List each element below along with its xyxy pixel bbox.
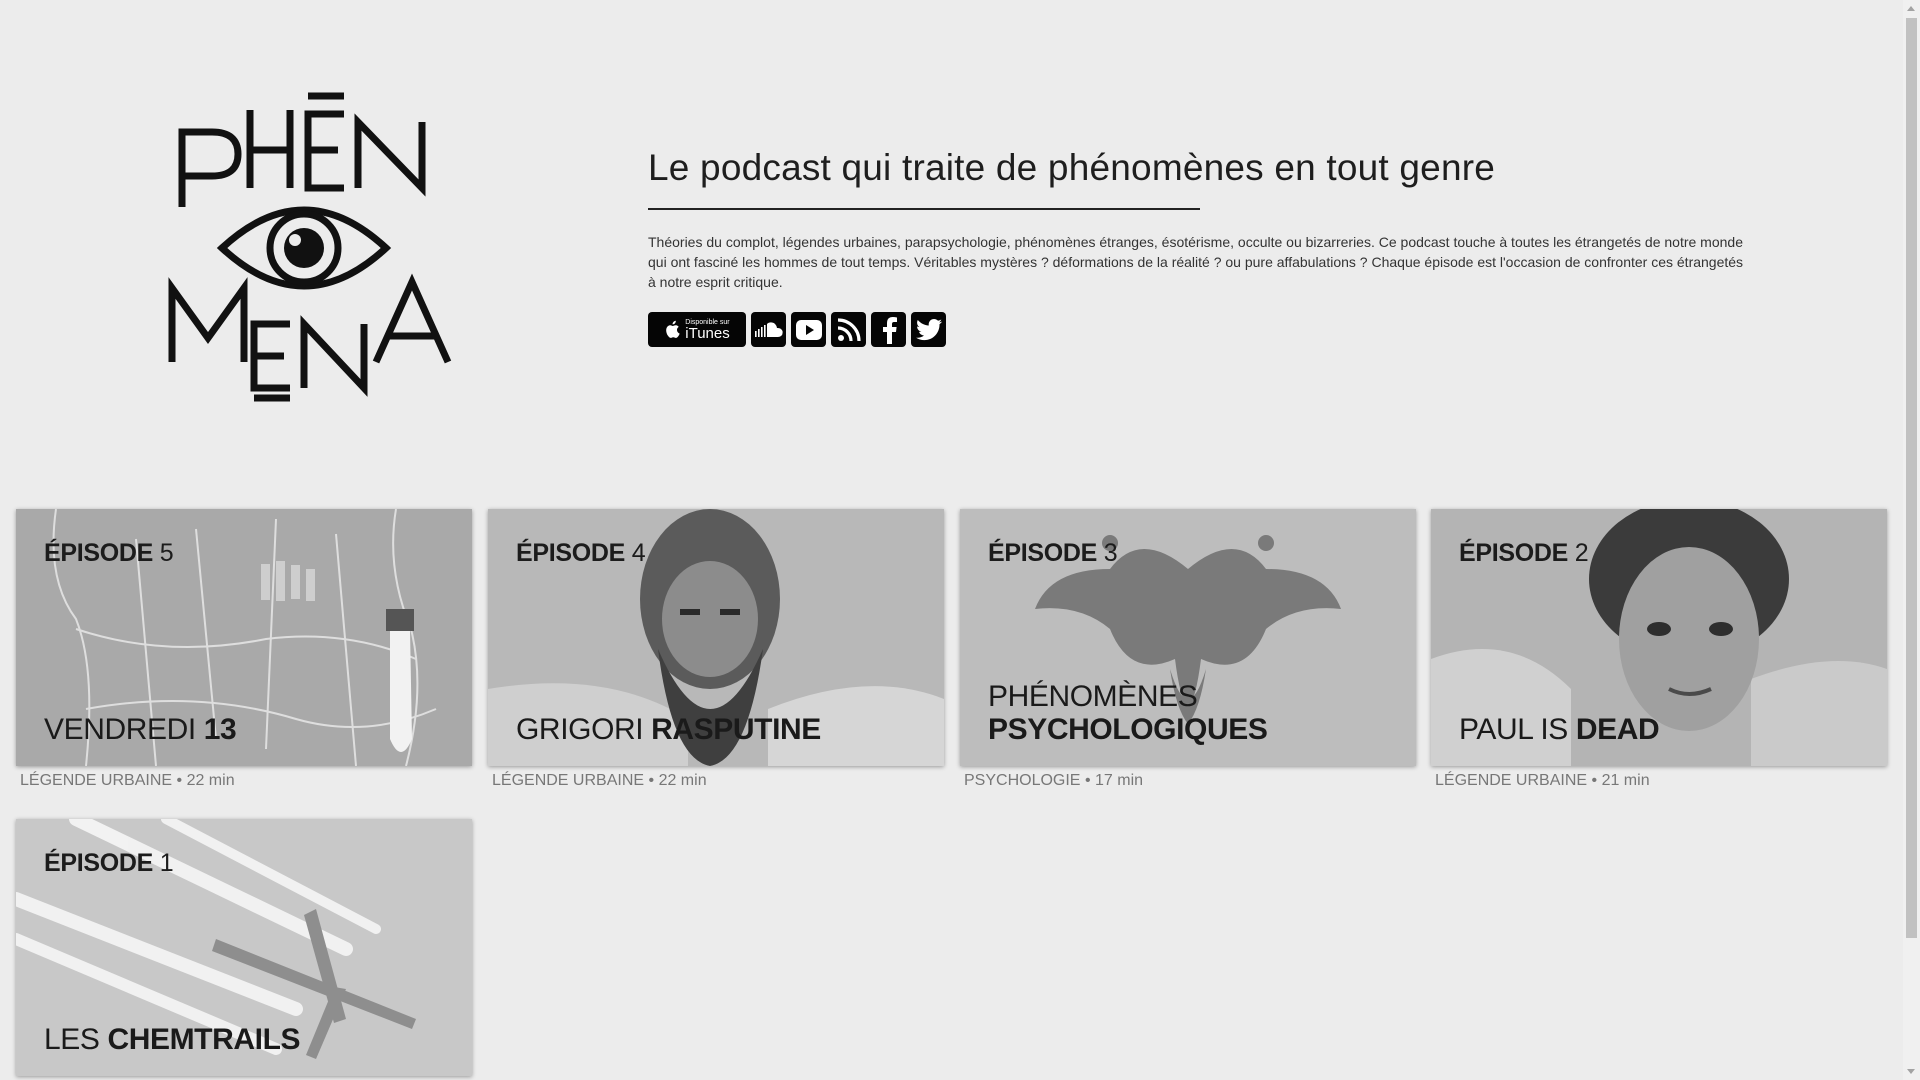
episode-card-1[interactable]: ÉPISODE 1 LES CHEMTRAILS	[16, 819, 472, 1076]
episode-number: ÉPISODE 3	[988, 539, 1118, 567]
phenomena-logo-art	[168, 92, 452, 402]
title-underline	[648, 208, 1200, 210]
episode-card-4[interactable]: ÉPISODE 4 GRIGORI RASPUTINE LÉGENDE URBA…	[488, 509, 944, 790]
episode-thumbnail[interactable]: ÉPISODE 5 VENDREDI 13	[16, 509, 472, 766]
episode-title: LES CHEMTRAILS	[44, 1023, 301, 1056]
podcast-description: Théories du complot, légendes urbaines, …	[648, 234, 1744, 290]
episode-thumbnail[interactable]: ÉPISODE 1 LES CHEMTRAILS	[16, 819, 472, 1076]
episode-meta: LÉGENDE URBAINE • 22 min	[20, 772, 235, 789]
twitter-icon	[915, 318, 942, 340]
scrollbar-thumb[interactable]	[1906, 18, 1917, 938]
episode-duration: 21 min	[1601, 772, 1650, 789]
episode-category: LÉGENDE URBAINE	[492, 772, 645, 789]
episode-number: ÉPISODE 2	[1459, 539, 1589, 567]
page-title: Le podcast qui traite de phénomènes en t…	[648, 147, 1496, 188]
episode-meta: LÉGENDE URBAINE • 21 min	[1435, 772, 1650, 789]
episode-thumbnail[interactable]: ÉPISODE 2 PAUL IS DEAD	[1431, 509, 1887, 766]
intro-section: Le podcast qui traite de phénomènes en t…	[648, 142, 1748, 347]
page-scrollbar[interactable]	[1903, 0, 1920, 1080]
episode-duration: 22 min	[186, 772, 235, 789]
episode-card-2[interactable]: ÉPISODE 2 PAUL IS DEAD LÉGENDE URBAINE •…	[1431, 509, 1887, 790]
episode-title: PAUL IS DEAD	[1459, 713, 1660, 746]
facebook-icon	[882, 316, 897, 344]
facebook-button[interactable]	[871, 312, 906, 347]
episode-duration: 17 min	[1095, 772, 1144, 789]
episode-title: GRIGORI RASPUTINE	[516, 713, 821, 746]
episode-title: PHÉNOMÈNES PSYCHOLOGIQUES	[988, 680, 1268, 746]
episode-number: ÉPISODE 4	[516, 539, 646, 567]
episode-title: VENDREDI 13	[44, 713, 237, 746]
episode-meta: LÉGENDE URBAINE • 22 min	[492, 772, 707, 789]
episode-duration: 22 min	[658, 772, 707, 789]
social-links: Disponible sur iTunes	[648, 312, 1748, 347]
episode-category: LÉGENDE URBAINE	[1435, 772, 1588, 789]
episode-category: LÉGENDE URBAINE	[20, 772, 173, 789]
rss-icon	[837, 317, 861, 341]
scroll-up-arrow[interactable]	[1907, 6, 1915, 11]
episode-category: PSYCHOLOGIE	[964, 772, 1081, 789]
episode-number: ÉPISODE 5	[44, 539, 174, 567]
rss-button[interactable]	[831, 312, 866, 347]
itunes-button[interactable]: Disponible sur iTunes	[648, 312, 746, 347]
episode-number: ÉPISODE 1	[44, 849, 174, 877]
youtube-icon	[795, 319, 822, 340]
episode-card-3[interactable]: ÉPISODE 3 PHÉNOMÈNES PSYCHOLOGIQUES PSYCH…	[960, 509, 1416, 790]
youtube-button[interactable]	[791, 312, 826, 347]
episode-card-5[interactable]: ÉPISODE 5 VENDREDI 13 LÉGENDE URBAINE • …	[16, 509, 472, 790]
episode-thumbnail[interactable]: ÉPISODE 3 PHÉNOMÈNES PSYCHOLOGIQUES	[960, 509, 1416, 766]
apple-icon	[666, 320, 680, 338]
soundcloud-button[interactable]	[751, 312, 786, 347]
itunes-label: iTunes	[685, 324, 730, 342]
phenomena-logo[interactable]	[168, 92, 458, 402]
episode-meta: PSYCHOLOGIE • 17 min	[964, 772, 1144, 789]
episode-thumbnail[interactable]: ÉPISODE 4 GRIGORI RASPUTINE	[488, 509, 944, 766]
scroll-down-arrow[interactable]	[1907, 1069, 1915, 1074]
page: Le podcast qui traite de phénomènes en t…	[0, 0, 1920, 1080]
soundcloud-icon	[754, 321, 783, 337]
twitter-button[interactable]	[911, 312, 946, 347]
